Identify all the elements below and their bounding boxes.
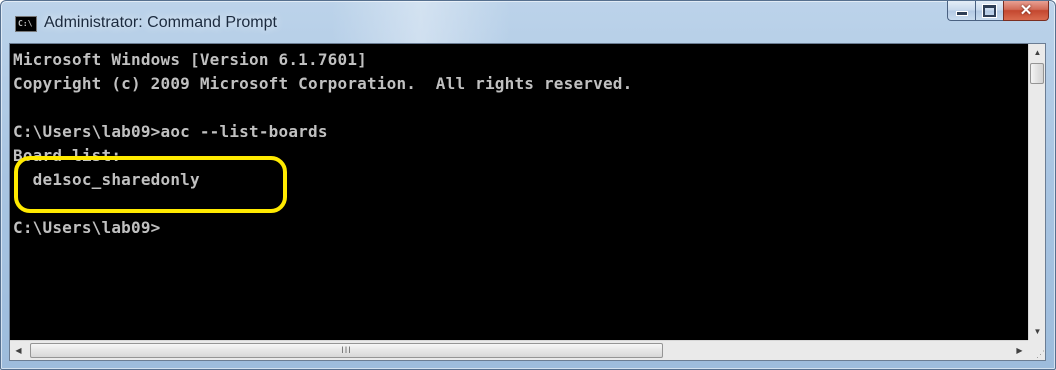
size-grip-icon[interactable]: ⋰	[1028, 340, 1045, 360]
minimize-button[interactable]	[947, 1, 975, 21]
title-bar[interactable]: C:\ Administrator: Command Prompt ✕	[1, 1, 1055, 43]
console-line: C:\Users\lab09>aoc --list-boards	[13, 122, 328, 141]
maximize-button[interactable]	[975, 1, 1003, 21]
console-line: Board list:	[13, 146, 122, 165]
scroll-down-arrow-icon[interactable]: ▼	[1029, 323, 1046, 340]
close-button[interactable]: ✕	[1003, 1, 1049, 21]
horizontal-scrollbar[interactable]: ◀ III ▶	[10, 340, 1028, 360]
caption-buttons: ✕	[947, 1, 1049, 23]
console-line: C:\Users\lab09>	[13, 218, 161, 237]
scroll-up-arrow-icon[interactable]: ▲	[1029, 44, 1046, 61]
console-output[interactable]: Microsoft Windows [Version 6.1.7601] Cop…	[10, 44, 1028, 340]
title-bar-glass	[331, 1, 511, 43]
cmd-icon[interactable]: C:\	[15, 16, 37, 32]
horizontal-scroll-thumb[interactable]: III	[30, 343, 663, 358]
maximize-icon	[983, 4, 996, 17]
vertical-scrollbar[interactable]: ▲ ▼	[1028, 44, 1045, 340]
minimize-icon	[955, 11, 968, 16]
close-icon: ✕	[1019, 2, 1033, 19]
vertical-scroll-thumb[interactable]	[1030, 63, 1044, 84]
console-line: de1soc_sharedonly	[13, 170, 200, 189]
console-client-area: Microsoft Windows [Version 6.1.7601] Cop…	[9, 43, 1046, 361]
window-title: Administrator: Command Prompt	[44, 14, 277, 31]
console-line: Copyright (c) 2009 Microsoft Corporation…	[13, 74, 633, 93]
console-lines: Microsoft Windows [Version 6.1.7601] Cop…	[13, 48, 632, 240]
command-prompt-window: C:\ Administrator: Command Prompt ✕ Micr…	[0, 0, 1056, 370]
console-line: Microsoft Windows [Version 6.1.7601]	[13, 50, 367, 69]
scroll-left-arrow-icon[interactable]: ◀	[10, 341, 27, 360]
scroll-right-arrow-icon[interactable]: ▶	[1011, 341, 1028, 360]
scroll-grip-icon: III	[341, 345, 352, 355]
